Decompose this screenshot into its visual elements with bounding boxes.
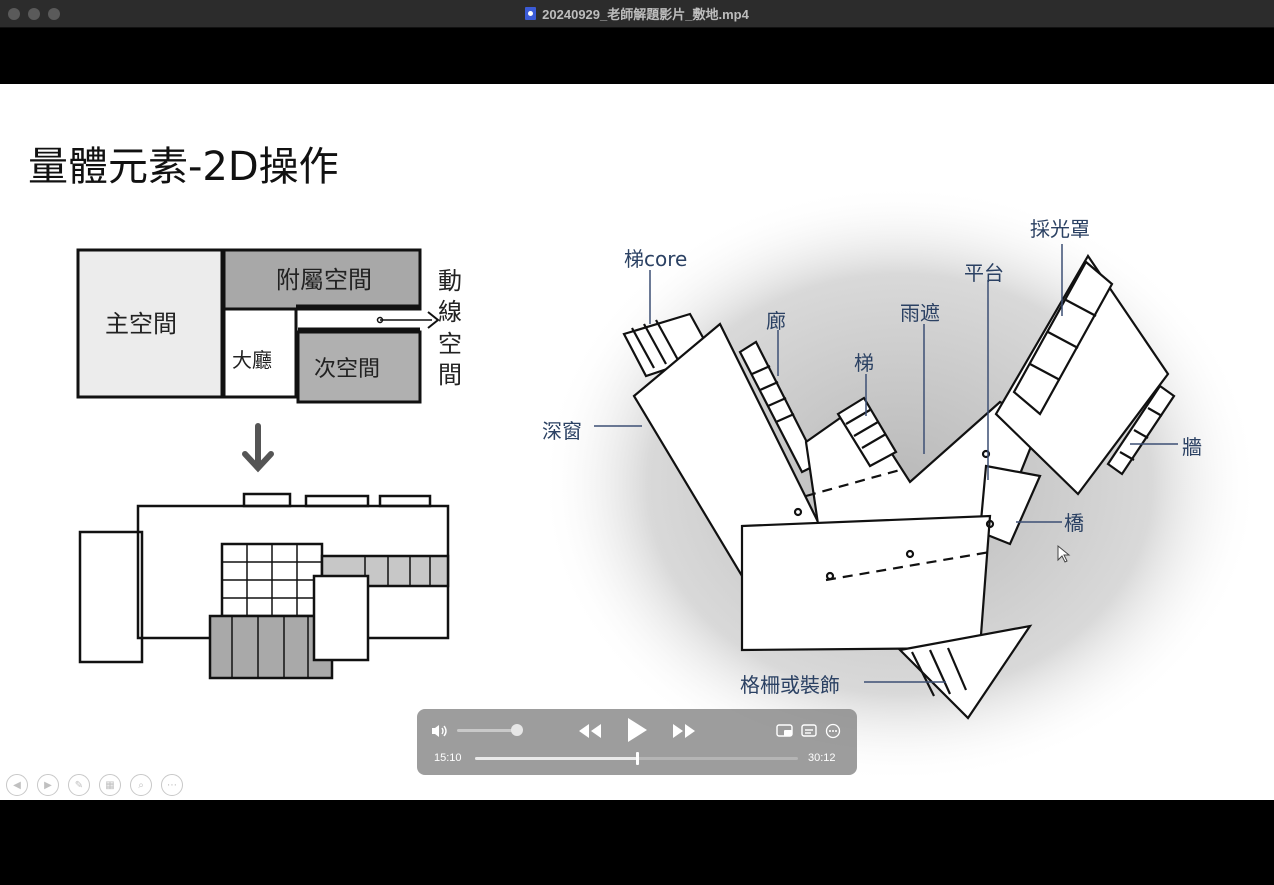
label-main-space: 主空間 — [105, 310, 177, 338]
title-bar: 20240929_老師解題影片_敷地.mp4 — [0, 0, 1274, 28]
label-corridor: 廊 — [766, 309, 786, 333]
fast-forward-icon[interactable] — [671, 722, 697, 740]
label-circulation-1: 動 — [438, 267, 462, 295]
arrow-down-icon — [242, 423, 274, 473]
label-lobby: 大廳 — [232, 348, 272, 372]
picture-in-picture-icon[interactable] — [776, 724, 794, 738]
zoom-icon[interactable]: ⌕ — [130, 774, 152, 796]
slide-illustration: 主空間 附屬空間 大廳 次空間 動 線 空 間 梯core 廊 梯 雨遮 平台 … — [76, 184, 1260, 784]
label-circulation-4: 間 — [438, 361, 462, 389]
video-frame[interactable]: 量體元素-2D操作 主空間 附屬空間 大廳 次空間 動 線 空 間 梯core … — [0, 84, 1274, 800]
volume-knob[interactable] — [511, 724, 524, 736]
label-circulation-3: 空 — [438, 330, 462, 358]
seek-handle[interactable] — [636, 752, 640, 765]
seek-bar[interactable] — [475, 752, 798, 765]
label-bridge: 橋 — [1064, 511, 1084, 535]
volume-icon[interactable] — [431, 724, 449, 738]
label-deep-window: 深窗 — [542, 419, 582, 443]
player-controls: 15:10 30:12 — [417, 709, 857, 775]
rewind-icon[interactable] — [577, 722, 603, 740]
label-grille: 格柵或裝飾 — [740, 673, 840, 697]
subtitles-icon[interactable] — [801, 724, 817, 738]
label-canopy: 雨遮 — [900, 301, 940, 325]
seek-progress — [475, 757, 638, 760]
label-stair: 梯 — [854, 351, 874, 375]
label-wall: 牆 — [1182, 435, 1202, 459]
more-menu-icon[interactable] — [825, 723, 841, 739]
video-file-icon — [525, 7, 537, 20]
play-icon[interactable] — [625, 717, 649, 743]
label-platform: 平台 — [964, 261, 1004, 285]
label-skylight: 採光罩 — [1030, 217, 1090, 241]
pen-icon[interactable]: ✎ — [68, 774, 90, 796]
label-aux-space: 附屬空間 — [276, 266, 372, 294]
label-circulation-2: 線 — [438, 298, 462, 326]
label-stair-core: 梯core — [624, 247, 687, 271]
label-secondary-space: 次空間 — [314, 357, 380, 382]
elevation-sketch — [78, 492, 450, 680]
slides-grid-icon[interactable]: ▦ — [99, 774, 121, 796]
window-title: 20240929_老師解題影片_敷地.mp4 — [542, 7, 749, 22]
slide-next-icon[interactable]: ▶ — [37, 774, 59, 796]
current-time: 15:10 — [434, 752, 462, 764]
slide-prev-icon[interactable]: ◀ — [6, 774, 28, 796]
more-options-icon[interactable]: ⋯ — [161, 774, 183, 796]
duration: 30:12 — [808, 752, 836, 764]
